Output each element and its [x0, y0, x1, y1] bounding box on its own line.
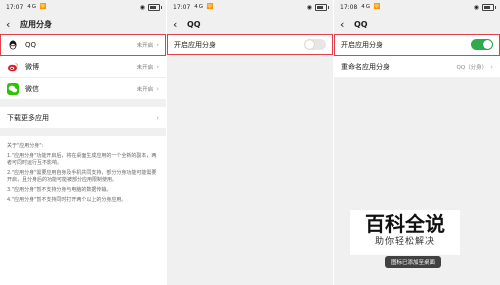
note-item: 3."应用分身"暂不支持分身与电脑的数据传输。 [7, 187, 112, 193]
signal-icon: 4G 🛜 [361, 4, 382, 10]
download-more-label: 下载更多应用 [7, 113, 49, 122]
app-name: QQ [25, 40, 37, 49]
panel-app-clone-list: 17:07 4G 🛜 ◉ ‹ 应用分身 QQ 未开启 › 微博 未开启 › 微信… [0, 0, 166, 285]
wifi-icon: ◉ [306, 3, 312, 11]
watermark-sub: 助你轻松解决 [374, 237, 435, 247]
page-title: QQ [187, 19, 201, 29]
download-more-row[interactable]: 下载更多应用 › [0, 107, 166, 128]
status-time: 17:07 [173, 3, 191, 11]
status-right: ◉ [473, 3, 496, 11]
enable-clone-row[interactable]: 开启应用分身 [167, 34, 333, 55]
app-status: 未开启 [136, 86, 154, 93]
app-status: 未开启 [136, 64, 154, 71]
toast-message: 图标已添加至桌面 [385, 256, 442, 268]
note-item: 4."应用分身"暂不支持同时打开两个以上的分身应用。 [7, 197, 127, 203]
page-title: 应用分身 [20, 19, 52, 29]
chevron-right-icon: › [156, 40, 159, 49]
note-item: 1."应用分身"功能开启后，将在桌面生成应用的一个全新的副本，两者可同时运行互不… [7, 153, 157, 166]
enable-clone-row[interactable]: 开启应用分身 [334, 34, 500, 56]
watermark-main: 百科全说 [365, 212, 445, 236]
app-row-weibo[interactable]: 微博 未开启 › [0, 56, 166, 78]
chevron-right-icon: › [490, 62, 493, 71]
title-bar: ‹ 应用分身 [0, 14, 166, 34]
status-right: ◉ [306, 3, 329, 11]
back-arrow-icon[interactable]: ‹ [340, 18, 354, 31]
wifi-icon: ◉ [473, 3, 479, 11]
chevron-right-icon: › [156, 113, 159, 122]
download-more-card: 下载更多应用 › [0, 107, 166, 128]
status-bar: 17:08 4G 🛜 ◉ [334, 0, 500, 14]
title-bar: ‹ QQ [167, 14, 333, 34]
notes-title: 关于"应用分身": [7, 143, 44, 149]
panel-qq-clone-off: 17:07 4G 🛜 ◉ ‹ QQ 开启应用分身 [167, 0, 333, 285]
enable-clone-label: 开启应用分身 [341, 40, 383, 49]
chevron-right-icon: › [156, 84, 159, 93]
weibo-icon [7, 60, 19, 73]
screen: 17:07 4G 🛜 ◉ ‹ 应用分身 QQ 未开启 › 微博 未开启 › 微信… [0, 0, 500, 285]
settings-card: 开启应用分身 [167, 34, 333, 55]
status-bar: 17:07 4G 🛜 ◉ [0, 0, 166, 14]
chevron-right-icon: › [156, 62, 159, 71]
app-status: 未开启 [136, 42, 154, 49]
watermark-logo: 百科全说 助你轻松解决 [350, 210, 460, 255]
wechat-icon [7, 82, 19, 95]
app-row-wechat[interactable]: 微信 未开启 › [0, 78, 166, 99]
qq-icon [7, 38, 19, 51]
wifi-icon: ◉ [139, 3, 145, 11]
battery-icon [148, 3, 162, 11]
status-time: 17:08 [340, 3, 358, 11]
signal-icon: 4G 🛜 [194, 4, 215, 10]
app-list: QQ 未开启 › 微博 未开启 › 微信 未开启 › [0, 34, 166, 99]
status-right: ◉ [139, 3, 162, 11]
settings-card: 开启应用分身 重命名应用分身 QQ（分身） › [334, 34, 500, 77]
page-title: QQ [354, 19, 368, 29]
back-arrow-icon[interactable]: ‹ [6, 18, 20, 31]
about-notes: 关于"应用分身": 1."应用分身"功能开启后，将在桌面生成应用的一个全新的副本… [0, 136, 166, 285]
status-bar: 17:07 4G 🛜 ◉ [167, 0, 333, 14]
signal-icon: 4G 🛜 [27, 4, 48, 10]
battery-icon [315, 3, 329, 11]
app-name: 微信 [25, 84, 39, 93]
rename-clone-value: QQ（分身） [456, 64, 488, 71]
rename-clone-label: 重命名应用分身 [341, 62, 390, 71]
battery-icon [482, 3, 496, 11]
rename-clone-row[interactable]: 重命名应用分身 QQ（分身） › [334, 56, 500, 77]
title-bar: ‹ QQ [334, 14, 500, 34]
enable-clone-toggle[interactable] [304, 39, 326, 50]
enable-clone-label: 开启应用分身 [174, 40, 216, 49]
back-arrow-icon[interactable]: ‹ [173, 18, 187, 31]
status-time: 17:07 [6, 3, 24, 11]
enable-clone-toggle[interactable] [471, 39, 493, 50]
note-item: 2."应用分身"需要应用自身及手机共同支持，部分分身功能可能需要开启，且分身后的… [7, 170, 157, 183]
app-row-qq[interactable]: QQ 未开启 › [0, 34, 166, 56]
app-name: 微博 [25, 62, 39, 71]
